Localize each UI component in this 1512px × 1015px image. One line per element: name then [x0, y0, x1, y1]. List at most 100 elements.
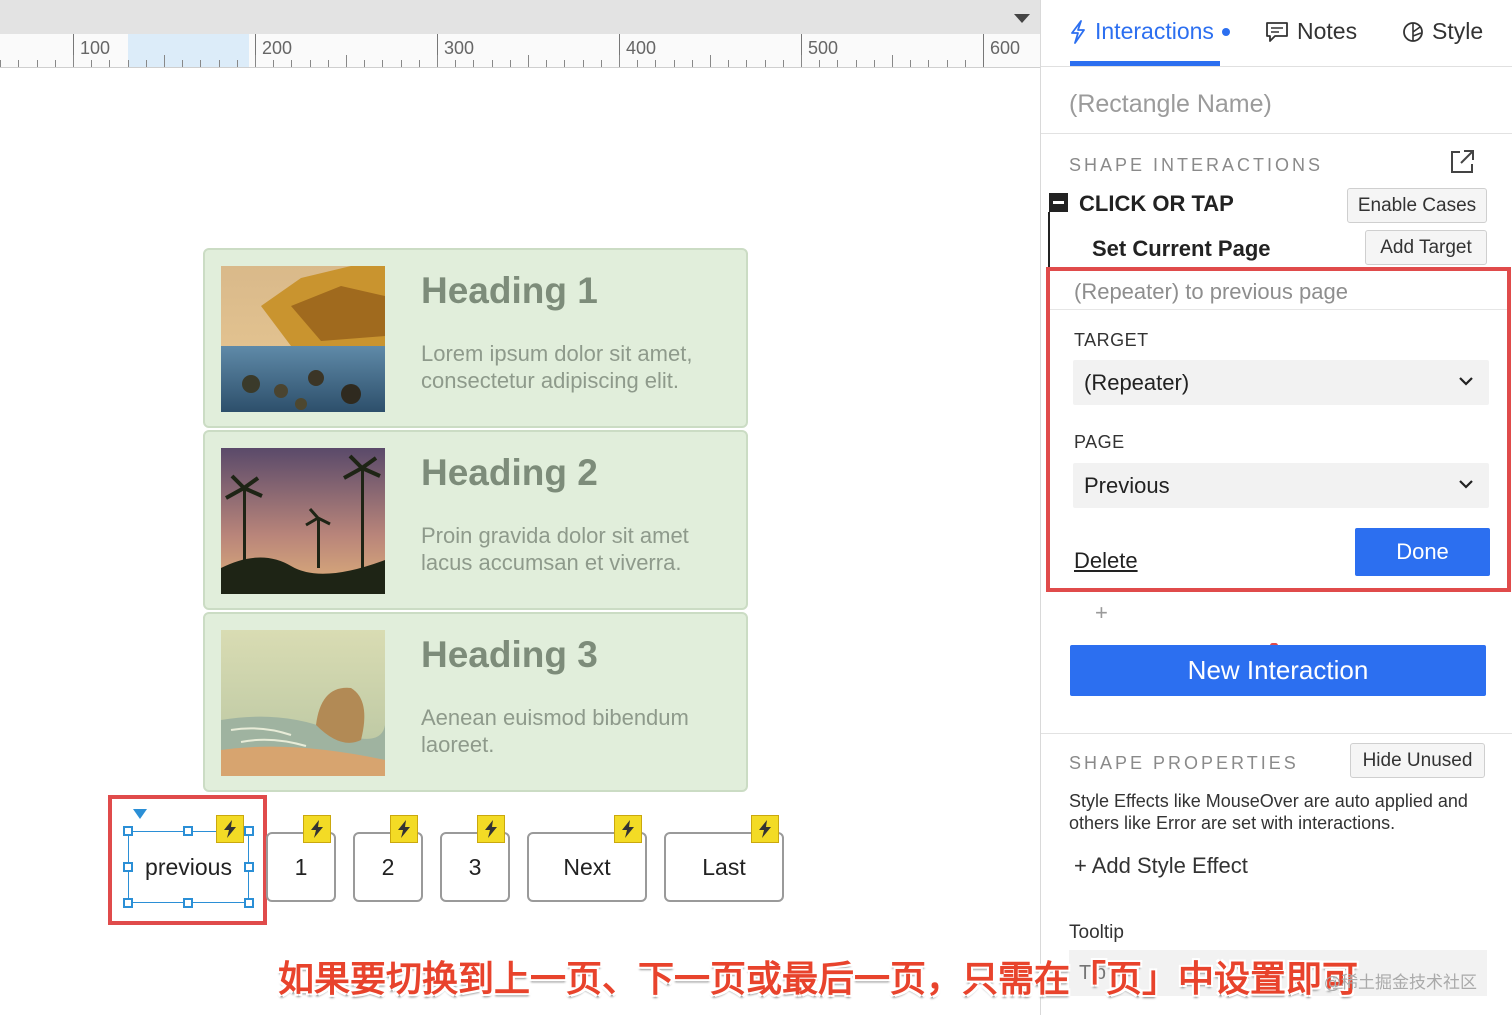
interaction-flag-icon[interactable]: [751, 815, 779, 843]
ruler-tick: [674, 60, 675, 67]
action-summary: (Repeater) to previous page: [1074, 279, 1348, 304]
ruler-tick: [346, 55, 347, 67]
ruler-tick: [492, 60, 493, 67]
ruler-tick: [382, 60, 383, 67]
ruler-tick: [364, 60, 365, 67]
interaction-flag-icon[interactable]: [390, 815, 418, 843]
interaction-flag-icon[interactable]: [614, 815, 642, 843]
shape-name-field[interactable]: (Rectangle Name): [1069, 90, 1272, 119]
chevron-down-icon: [1459, 480, 1473, 489]
ruler-tick: [182, 60, 183, 67]
dropdown-caret-icon[interactable]: [1014, 14, 1030, 23]
page-label: PAGE: [1074, 432, 1125, 452]
ruler-label: 300: [444, 38, 475, 58]
active-tab-indicator: [1070, 61, 1220, 66]
card-heading: Heading 3: [421, 634, 598, 675]
ruler-tick: [710, 55, 711, 67]
ruler-tick: [874, 60, 875, 67]
ruler-tick: [401, 60, 402, 67]
page-select-value: Previous: [1084, 472, 1170, 498]
repeater-card[interactable]: Heading 1 Lorem ipsum dolor sit amet, co…: [203, 248, 748, 428]
style-icon: [1403, 21, 1423, 42]
card-body-text: Aenean euismod bibendum laoreet.: [421, 705, 689, 757]
ruler-tick: [0, 60, 1, 67]
ruler-tick: [419, 60, 420, 67]
ruler-label: 600: [990, 38, 1021, 58]
ruler-tick: [655, 60, 656, 67]
beach-rock-image: [221, 630, 385, 776]
resize-handle[interactable]: [244, 826, 254, 836]
resize-handle[interactable]: [123, 862, 133, 872]
interaction-flag-icon[interactable]: [216, 815, 244, 843]
page-1-label: 1: [294, 853, 308, 880]
new-interaction-button[interactable]: New Interaction: [1070, 645, 1486, 696]
ruler-label: 200: [262, 38, 293, 58]
page-3-label: 3: [468, 853, 482, 880]
add-target-button[interactable]: Add Target: [1365, 230, 1487, 265]
resize-handle[interactable]: [244, 898, 254, 908]
target-select-value: (Repeater): [1084, 369, 1190, 395]
ruler-tick: [291, 60, 292, 67]
tab-notes[interactable]: Notes: [1265, 18, 1357, 45]
ruler-tick: [546, 60, 547, 67]
ruler-tick: [564, 60, 565, 67]
done-button[interactable]: Done: [1355, 528, 1490, 576]
shape-properties-title: SHAPE PROPERTIES: [1069, 753, 1299, 773]
ruler-tick: [892, 55, 893, 67]
add-target-label: Add Target: [1380, 236, 1472, 258]
new-interaction-label: New Interaction: [1187, 655, 1369, 685]
ruler-tick: [692, 60, 693, 67]
ruler-label: 100: [80, 38, 111, 58]
unsaved-dot-icon: [1221, 27, 1230, 36]
tree-connector: [1048, 212, 1050, 270]
action-title[interactable]: Set Current Page: [1092, 236, 1271, 262]
chevron-down-icon: [1459, 377, 1473, 386]
resize-handle[interactable]: [183, 898, 193, 908]
target-select[interactable]: (Repeater): [1073, 360, 1489, 405]
ruler-tick: [947, 60, 948, 67]
target-label: TARGET: [1074, 330, 1149, 350]
page-2-label: 2: [381, 853, 395, 880]
tab-interactions[interactable]: Interactions: [1069, 18, 1230, 45]
ruler-tick: [128, 60, 129, 67]
hide-unused-label: Hide Unused: [1362, 749, 1473, 771]
add-style-effect-link[interactable]: + Add Style Effect: [1074, 853, 1248, 879]
repeater-card[interactable]: Heading 2 Proin gravida dolor sit amet l…: [203, 430, 748, 610]
event-title[interactable]: CLICK OR TAP: [1079, 191, 1234, 217]
enable-cases-label: Enable Cases: [1357, 194, 1477, 216]
card-body-text: Proin gravida dolor sit amet lacus accum…: [421, 523, 689, 575]
previous-button-label: previous: [145, 853, 232, 880]
ruler-label: 400: [626, 38, 657, 58]
enable-cases-button[interactable]: Enable Cases: [1347, 188, 1487, 223]
ruler-tick: [783, 60, 784, 67]
repeater-card[interactable]: Heading 3 Aenean euismod bibendum laoree…: [203, 612, 748, 792]
add-action-plus-icon[interactable]: +: [1095, 600, 1108, 626]
ruler-tick: [910, 60, 911, 67]
ruler-tick: [219, 60, 220, 67]
collapse-toggle-icon[interactable]: [1049, 193, 1068, 212]
tab-style[interactable]: Style: [1402, 18, 1483, 45]
action-editor: (Repeater) to previous page TARGET (Repe…: [1046, 267, 1511, 592]
shape-interactions-title: SHAPE INTERACTIONS: [1069, 155, 1324, 175]
ruler-tick: [55, 60, 56, 67]
card-body-text: Lorem ipsum dolor sit amet, consectetur …: [421, 341, 693, 393]
resize-handle[interactable]: [123, 826, 133, 836]
ruler-tick: [819, 60, 820, 67]
ruler-tick: [801, 55, 802, 67]
resize-handle[interactable]: [183, 826, 193, 836]
interaction-flag-icon[interactable]: [303, 815, 331, 843]
resize-handle[interactable]: [244, 862, 254, 872]
open-external-icon[interactable]: [1448, 148, 1476, 181]
lightning-icon: [1071, 19, 1085, 44]
ruler-tick: [765, 60, 766, 67]
ruler-tick: [728, 60, 729, 67]
interaction-flag-icon[interactable]: [477, 815, 505, 843]
page-select[interactable]: Previous: [1073, 463, 1489, 508]
resize-handle[interactable]: [123, 898, 133, 908]
hide-unused-button[interactable]: Hide Unused: [1350, 743, 1485, 778]
ruler-tick: [146, 60, 147, 67]
delete-link[interactable]: Delete: [1074, 548, 1138, 574]
ruler-tick: [510, 60, 511, 67]
ruler-tick: [601, 60, 602, 67]
tab-style-label: Style: [1432, 18, 1484, 44]
